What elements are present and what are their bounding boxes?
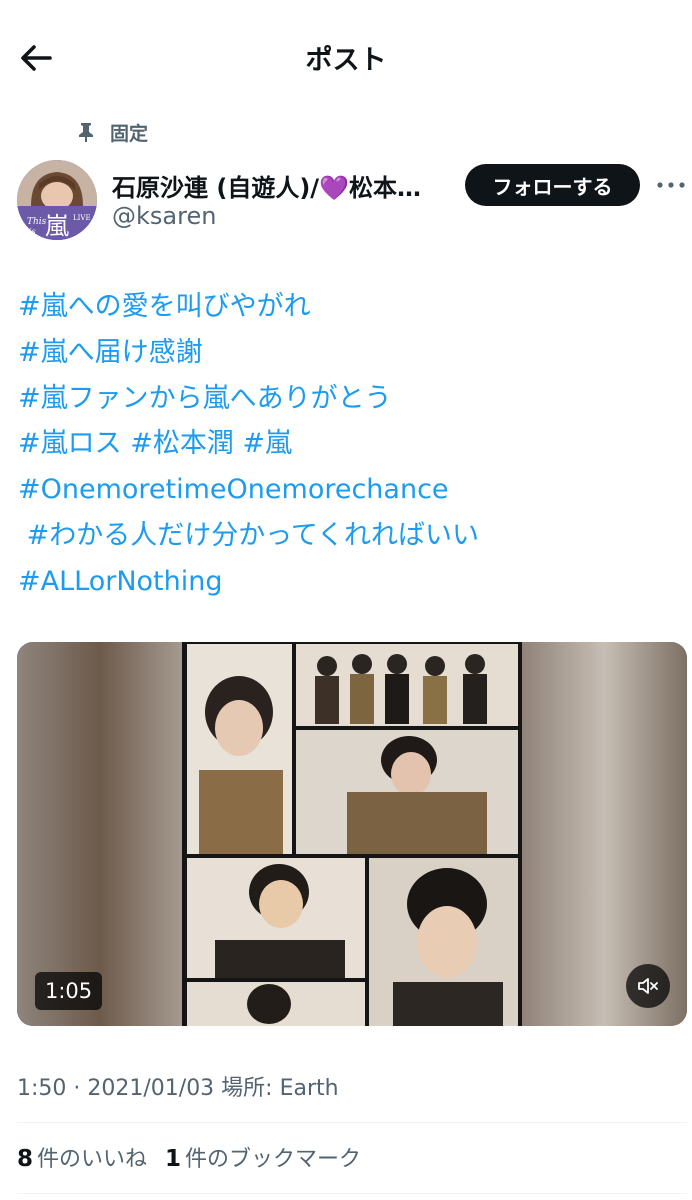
video-thumbnail (17, 642, 687, 1026)
post-text: #嵐への愛を叫びやがれ #嵐へ届け感謝 #嵐ファンから嵐へありがとう #嵐ロス … (18, 284, 678, 605)
author-handle[interactable]: @ksaren (112, 202, 216, 230)
hashtag-link[interactable]: #わかる人だけ分かってくれればいい (18, 520, 479, 551)
page-title: ポスト (305, 45, 387, 76)
hashtag-link[interactable]: #嵐ファンから嵐へありがとう (18, 383, 392, 414)
svg-text:is: is (29, 227, 36, 236)
likes-count: 8 (17, 1146, 34, 1172)
hashtag-link[interactable]: #ALLorNothing (18, 566, 223, 597)
video-duration-badge: 1:05 (35, 972, 103, 1010)
follow-button[interactable]: フォローする (465, 164, 640, 206)
bookmarks-count: 1 (165, 1146, 182, 1172)
svg-text:This: This (27, 217, 47, 227)
volume-muted-icon (638, 978, 658, 994)
likes-stat[interactable]: 8 件のいいね (17, 1141, 147, 1173)
svg-text:LIVE: LIVE (73, 214, 91, 222)
svg-text:嵐: 嵐 (45, 212, 69, 240)
hashtag-link[interactable]: #嵐へ届け感謝 (18, 337, 203, 368)
video-player[interactable] (17, 642, 687, 1026)
hashtag-link[interactable]: #嵐ロス #松本潤 #嵐 (18, 428, 292, 459)
avatar[interactable]: This is 嵐 LIVE (17, 160, 97, 240)
pin-icon (79, 123, 93, 142)
divider (17, 1122, 687, 1123)
engagement-stats: 8 件のいいね 1 件のブックマーク (17, 1141, 361, 1173)
hashtag-link[interactable]: #OnemoretimeOnemorechance (18, 474, 449, 505)
bookmarks-stat[interactable]: 1 件のブックマーク (165, 1141, 361, 1173)
top-bar: ポスト (0, 0, 692, 112)
avatar-image: This is 嵐 LIVE (17, 160, 97, 240)
pinned-label: 固定 (110, 122, 149, 145)
post-timestamp-location: 1:50 · 2021/01/03 場所: Earth (17, 1076, 339, 1101)
more-options-button[interactable] (654, 170, 688, 200)
pinned-indicator: 固定 (76, 118, 148, 146)
mute-toggle-button[interactable] (626, 964, 670, 1008)
hashtag-link[interactable]: #嵐への愛を叫びやがれ (18, 291, 311, 322)
author-display-name[interactable]: 石原沙連 (自遊人)/💜松本… (112, 168, 442, 203)
likes-label: 件のいいね (37, 1147, 148, 1172)
divider (17, 1193, 687, 1194)
more-dots-icon (657, 182, 685, 188)
bookmarks-label: 件のブックマーク (185, 1147, 362, 1172)
